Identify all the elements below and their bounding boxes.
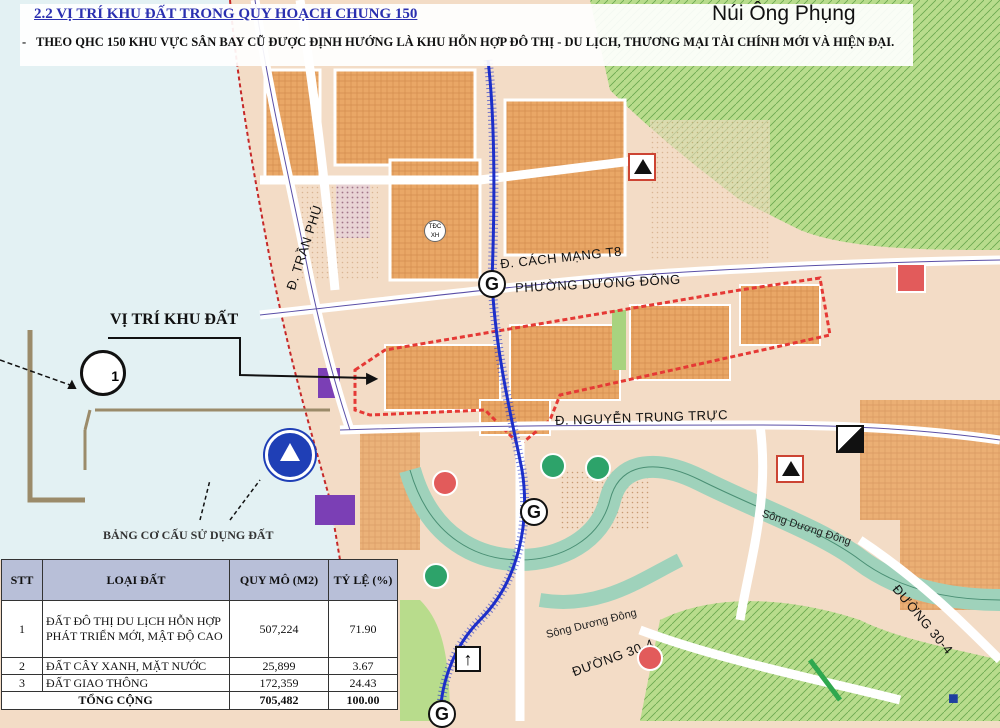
site-block-green [612,310,626,370]
table-cell: ĐẤT GIAO THÔNG [42,674,230,692]
g-marker-icon: G [478,270,506,298]
split-square-icon [836,425,864,453]
g-marker-icon: G [520,498,548,526]
mountain-label: Núi Ông Phụng [712,2,856,25]
site-block [739,284,821,346]
mountain-triangle-icon [628,153,656,181]
port-icon [265,430,315,480]
hospital-icon [637,645,663,671]
section-title: 2.2 VỊ TRÍ KHU ĐẤT TRONG QUY HOẠCH CHUNG… [34,6,418,22]
bullet: - [22,35,27,49]
section-description: - THEO QHC 150 KHU VỰC SÂN BAY CŨ ĐƯỢC ĐỊ… [22,34,912,50]
table-cell: 2 [1,657,43,675]
mountain-triangle-icon [776,455,804,483]
hospital-icon [896,263,926,293]
table-header: LOẠI ĐẤT [42,559,230,601]
table-cell: 3.67 [328,657,398,675]
table-cell: 1 [1,600,43,658]
table-cell: 172,359 [229,674,329,692]
up-arrow-icon: ↑ [455,646,481,672]
table-row: 1 ĐẤT ĐÔ THỊ DU LỊCH HỖN HỢP PHÁT TRIỂN … [1,600,398,658]
table-caption: BẢNG CƠ CẤU SỬ DỤNG ĐẤT [103,528,274,542]
urban-block [333,68,477,167]
airport-number: 1 [111,368,119,384]
table-header: TỶ LỆ (%) [328,559,398,601]
hospital-icon [432,470,458,496]
table-cell: 24.43 [328,674,398,692]
table-cell: TỔNG CỘNG [1,691,230,710]
arrow-head-icon: ▶ [366,370,379,387]
table-cell: 100.00 [328,691,398,710]
logo-icon: ■ [948,688,959,708]
airport-icon: 1 [80,350,126,396]
table-row: 3 ĐẤT GIAO THÔNG 172,359 24.43 [1,674,398,692]
park-icon [423,563,449,589]
table-cell: ĐẤT CÂY XANH, MẶT NƯỚC [42,657,230,675]
table-row: 2 ĐẤT CÂY XANH, MẶT NƯỚC 25,899 3.67 [1,657,398,675]
urban-block [860,400,1000,520]
tdc-badge: TĐC XH [424,220,446,242]
arrow-head-icon: ▲ [64,376,80,393]
site-block [509,324,621,401]
description-text: THEO QHC 150 KHU VỰC SÂN BAY CŨ ĐƯỢC ĐỊN… [36,35,895,49]
park-icon [585,455,611,481]
dotted-block [650,120,770,260]
table-total-row: TỔNG CỘNG 705,482 100.00 [1,691,398,710]
purple-block [315,495,355,525]
park-icon [540,453,566,479]
table-header: STT [1,559,43,601]
site-location-label: VỊ TRÍ KHU ĐẤT [110,311,239,328]
table-cell: 3 [1,674,43,692]
land-use-table: STT LOẠI ĐẤT QUY MÔ (M2) TỶ LỆ (%) 1 ĐẤT… [1,559,398,710]
table-cell: 507,224 [229,600,329,658]
g-marker-icon: G [428,700,456,728]
table-cell: 705,482 [229,691,329,710]
table-header: QUY MÔ (M2) [229,559,329,601]
table-cell: 25,899 [229,657,329,675]
table-cell: 71.90 [328,600,398,658]
table-cell: ĐẤT ĐÔ THỊ DU LỊCH HỖN HỢP PHÁT TRIỂN MỚ… [42,600,230,658]
